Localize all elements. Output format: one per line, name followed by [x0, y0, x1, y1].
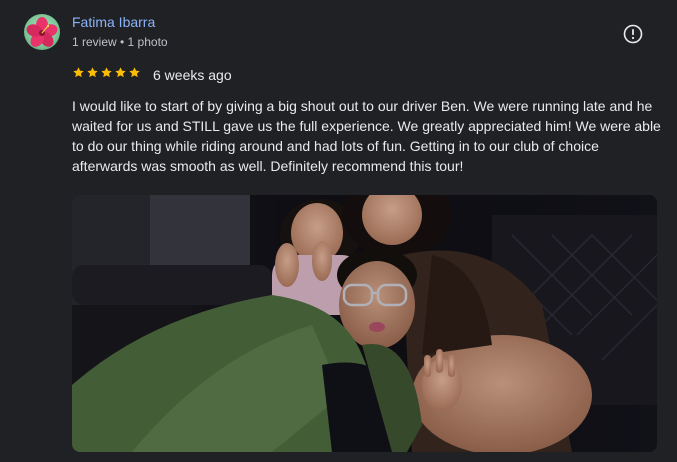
reviewer-avatar[interactable] — [24, 14, 60, 50]
star-icon — [115, 67, 126, 78]
info-alert-icon — [623, 24, 643, 44]
review-photo-image — [72, 195, 657, 452]
more-options-button[interactable] — [622, 23, 644, 45]
reviewer-name[interactable]: Fatima Ibarra — [72, 14, 155, 30]
star-icon — [129, 67, 140, 78]
star-icon — [87, 67, 98, 78]
hibiscus-flower-icon — [26, 17, 58, 47]
star-icon — [73, 67, 84, 78]
review-photo[interactable] — [72, 195, 657, 452]
review-date: 6 weeks ago — [153, 67, 232, 83]
star-icon — [101, 67, 112, 78]
review-text: I would like to start of by giving a big… — [72, 98, 661, 174]
star-rating — [72, 66, 141, 79]
reviewer-meta: 1 review • 1 photo — [72, 35, 168, 49]
